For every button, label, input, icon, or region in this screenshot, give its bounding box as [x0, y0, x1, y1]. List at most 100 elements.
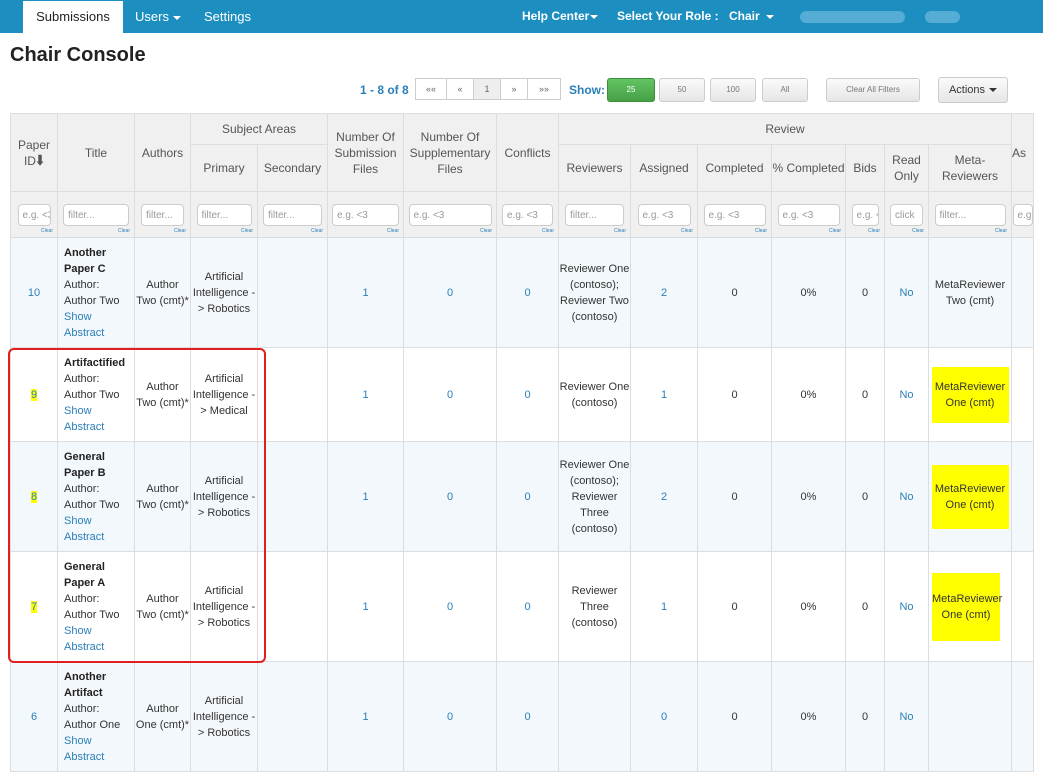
conflicts-link[interactable]: 0: [524, 601, 530, 613]
clear-all-filters-button[interactable]: Clear All Filters: [826, 78, 920, 102]
assigned-link[interactable]: 2: [661, 287, 667, 299]
assigned-link[interactable]: 1: [661, 601, 667, 613]
read-only-link[interactable]: No: [899, 389, 913, 401]
clear-filter-link[interactable]: Clear: [387, 228, 399, 234]
filter-supplementary-files-input[interactable]: e.g. <3: [408, 203, 492, 226]
pager-last[interactable]: »»: [527, 78, 561, 100]
filter-reviewers-input[interactable]: filter...: [565, 203, 624, 226]
filter-percent-completed-input[interactable]: e.g. <3: [777, 203, 840, 226]
conflicts-link[interactable]: 0: [524, 491, 530, 503]
clear-filter-link[interactable]: Clear: [41, 228, 53, 234]
header-authors[interactable]: Authors: [134, 113, 191, 192]
filter-assigned-input[interactable]: e.g. <3: [637, 203, 691, 226]
pager-prev[interactable]: «: [446, 78, 474, 100]
clear-filter-link[interactable]: Clear: [480, 228, 492, 234]
conflicts-link[interactable]: 0: [524, 711, 530, 723]
conflicts-link[interactable]: 0: [524, 287, 530, 299]
header-secondary[interactable]: Secondary: [257, 144, 328, 192]
show-100-button[interactable]: 100: [710, 78, 756, 102]
chevron-down-icon: [590, 14, 599, 19]
show-50-button[interactable]: 50: [659, 78, 705, 102]
clear-filter-link[interactable]: Clear: [681, 228, 693, 234]
header-conflicts[interactable]: Conflicts: [496, 113, 559, 192]
read-only-link[interactable]: No: [899, 287, 913, 299]
table-row: 10 Another Paper C Author: Author Two Show A…: [10, 237, 1034, 348]
filter-paper-id-input[interactable]: e.g. <3: [17, 203, 51, 226]
header-supplementary-files[interactable]: Number Of Supplementary Files: [403, 113, 497, 192]
clear-filter-link[interactable]: Clear: [614, 228, 626, 234]
read-only-link[interactable]: No: [899, 491, 913, 503]
pager-page-1[interactable]: 1: [473, 78, 501, 100]
role-dropdown[interactable]: Chair: [729, 0, 774, 33]
tab-submissions[interactable]: Submissions: [23, 1, 123, 33]
assigned-link[interactable]: 0: [661, 711, 667, 723]
assigned-link[interactable]: 2: [661, 491, 667, 503]
submission-files-link[interactable]: 1: [362, 287, 368, 299]
header-submission-files[interactable]: Number Of Submission Files: [327, 113, 404, 192]
clear-filter-link[interactable]: Clear: [174, 228, 186, 234]
header-completed[interactable]: Completed: [697, 144, 772, 192]
tab-settings[interactable]: Settings: [204, 0, 251, 33]
read-only-link[interactable]: No: [899, 711, 913, 723]
actions-button[interactable]: Actions: [938, 77, 1008, 103]
header-assigned[interactable]: Assigned: [630, 144, 698, 192]
header-reviewers[interactable]: Reviewers: [558, 144, 631, 192]
filter-completed-input[interactable]: e.g. <3: [703, 203, 766, 226]
submission-files-link[interactable]: 1: [362, 711, 368, 723]
conflicts-link[interactable]: 0: [524, 389, 530, 401]
supplementary-files-link[interactable]: 0: [447, 287, 453, 299]
pager-next[interactable]: »: [500, 78, 528, 100]
read-only-link[interactable]: No: [899, 601, 913, 613]
show-abstract-link[interactable]: Show Abstract: [64, 309, 134, 341]
supplementary-files-link[interactable]: 0: [447, 711, 453, 723]
supplementary-files-link[interactable]: 0: [447, 491, 453, 503]
show-link-text: Show: [64, 310, 92, 323]
submission-files-link[interactable]: 1: [362, 601, 368, 613]
clear-filter-link[interactable]: Clear: [311, 228, 323, 234]
header-paper-id[interactable]: Paper ID🠳: [10, 113, 58, 192]
filter-submission-files-input[interactable]: e.g. <3: [332, 203, 399, 226]
header-meta-reviewers[interactable]: Meta-Reviewers: [928, 144, 1012, 192]
filter-bids-input[interactable]: e.g. <3: [851, 203, 879, 226]
show-25-button[interactable]: 25: [607, 78, 655, 102]
header-title[interactable]: Title: [57, 113, 135, 192]
filter-as-input[interactable]: e.g: [1012, 203, 1033, 226]
clear-filter-link[interactable]: Clear: [868, 228, 880, 234]
assigned-link[interactable]: 1: [661, 389, 667, 401]
show-abstract-link[interactable]: Show Abstract: [64, 733, 134, 765]
filter-title-input[interactable]: filter...: [63, 203, 129, 226]
filter-secondary-input[interactable]: filter...: [263, 203, 322, 226]
header-read-only[interactable]: Read Only: [884, 144, 929, 192]
help-center-menu[interactable]: Help Center: [522, 0, 599, 33]
paper-id-link[interactable]: 10: [28, 287, 40, 299]
filter-meta-reviewers-input[interactable]: filter...: [934, 203, 1006, 226]
filter-authors-input[interactable]: filter...: [141, 203, 184, 226]
clear-filter-link[interactable]: Clear: [542, 228, 554, 234]
filter-read-only-input[interactable]: click: [890, 203, 923, 226]
header-primary[interactable]: Primary: [190, 144, 258, 192]
clear-filter-link[interactable]: Clear: [995, 228, 1007, 234]
show-all-button[interactable]: All: [762, 78, 808, 102]
clear-filter-link[interactable]: Clear: [829, 228, 841, 234]
header-paper-id-label: Paper ID: [17, 137, 51, 168]
submission-files-link[interactable]: 1: [362, 491, 368, 503]
filter-conflicts-input[interactable]: e.g. <3: [502, 203, 553, 226]
paper-id-link[interactable]: 6: [31, 711, 37, 723]
header-percent-completed[interactable]: % Completed: [771, 144, 846, 192]
clear-filter-link[interactable]: Clear: [755, 228, 767, 234]
filter-cell: filter... Clear: [928, 191, 1012, 238]
submission-files-link[interactable]: 1: [362, 389, 368, 401]
filter-primary-input[interactable]: filter...: [196, 203, 252, 226]
pager-first[interactable]: ««: [415, 78, 447, 100]
supplementary-files-cell: 0: [403, 237, 497, 348]
supplementary-files-link[interactable]: 0: [447, 601, 453, 613]
clear-filter-link[interactable]: Clear: [241, 228, 253, 234]
header-bids[interactable]: Bids: [845, 144, 885, 192]
header-as[interactable]: As: [1011, 113, 1034, 192]
clear-filter-link[interactable]: Clear: [118, 228, 130, 234]
supplementary-files-link[interactable]: 0: [447, 389, 453, 401]
clear-filter-link[interactable]: Clear: [912, 228, 924, 234]
chevron-down-icon: [172, 15, 181, 20]
tab-users[interactable]: Users: [135, 0, 181, 33]
meta-reviewer-highlight: MetaReviewer One (cmt): [931, 464, 1009, 529]
